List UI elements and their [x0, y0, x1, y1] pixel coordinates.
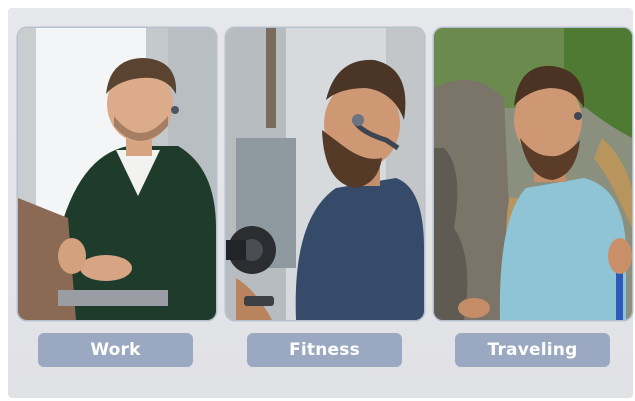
fitness-photo	[226, 28, 424, 320]
label-fitness: Fitness	[247, 333, 402, 367]
hiker-with-backpack-photo-icon	[434, 28, 632, 320]
label-traveling: Traveling	[455, 333, 610, 367]
work-photo	[18, 28, 216, 320]
label-work: Work	[38, 333, 193, 367]
traveling-photo	[434, 28, 632, 320]
collage-canvas: Work Fitness Traveling	[8, 8, 633, 398]
person-with-dumbbell-photo-icon	[226, 28, 424, 320]
person-at-laptop-photo-icon	[18, 28, 216, 320]
